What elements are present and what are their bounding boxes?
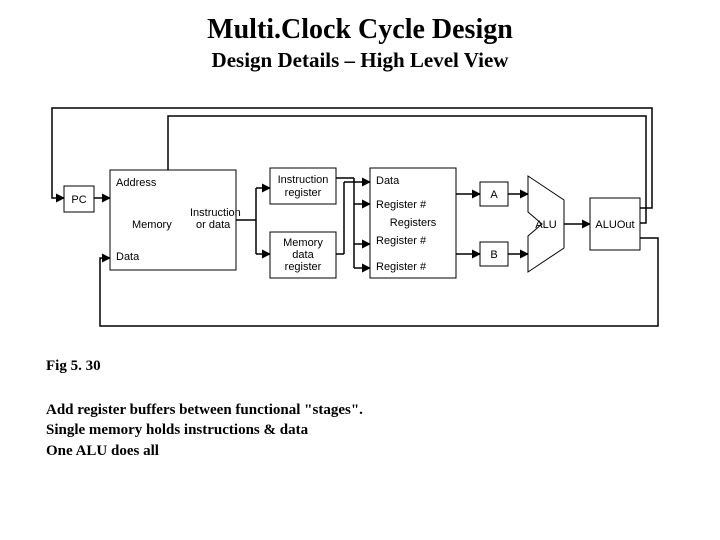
pc-label: PC: [71, 194, 86, 206]
regfile-block-label: Registers: [390, 217, 437, 229]
figure-caption: Fig 5. 30: [46, 358, 101, 375]
regfile-data-label: Data: [376, 175, 400, 187]
memory-data-register-label-3: register: [285, 261, 322, 273]
memory-data-label: Data: [116, 251, 140, 263]
regfile-regno1-label: Register #: [376, 199, 427, 211]
memory-data-register-label-1: Memory: [283, 237, 323, 249]
memory-block-label: Memory: [132, 219, 172, 231]
note-line-1: Add register buffers between functional …: [46, 400, 363, 420]
page-title: Multi.Clock Cycle Design: [0, 14, 720, 46]
memory-instr-or-data-1: Instruction: [190, 207, 241, 219]
note-line-3: One ALU does all: [46, 441, 363, 461]
instruction-register-label-1: Instruction: [278, 174, 329, 186]
alu-label: ALU: [535, 219, 556, 231]
datapath-diagram: PC Address Instruction or data Memory Da…: [42, 98, 662, 338]
b-register-label: B: [490, 249, 497, 261]
a-register-label: A: [490, 189, 498, 201]
memory-instr-or-data-2: or data: [196, 219, 231, 231]
regfile-regno3-label: Register #: [376, 261, 427, 273]
figure-notes: Add register buffers between functional …: [46, 400, 363, 461]
instruction-register-label-2: register: [285, 187, 322, 199]
note-line-2: Single memory holds instructions & data: [46, 420, 363, 440]
memory-address-label: Address: [116, 177, 157, 189]
page-subtitle: Design Details – High Level View: [0, 48, 720, 73]
regfile-regno2-label: Register #: [376, 235, 427, 247]
aluout-label: ALUOut: [595, 219, 634, 231]
memory-data-register-label-2: data: [292, 249, 314, 261]
